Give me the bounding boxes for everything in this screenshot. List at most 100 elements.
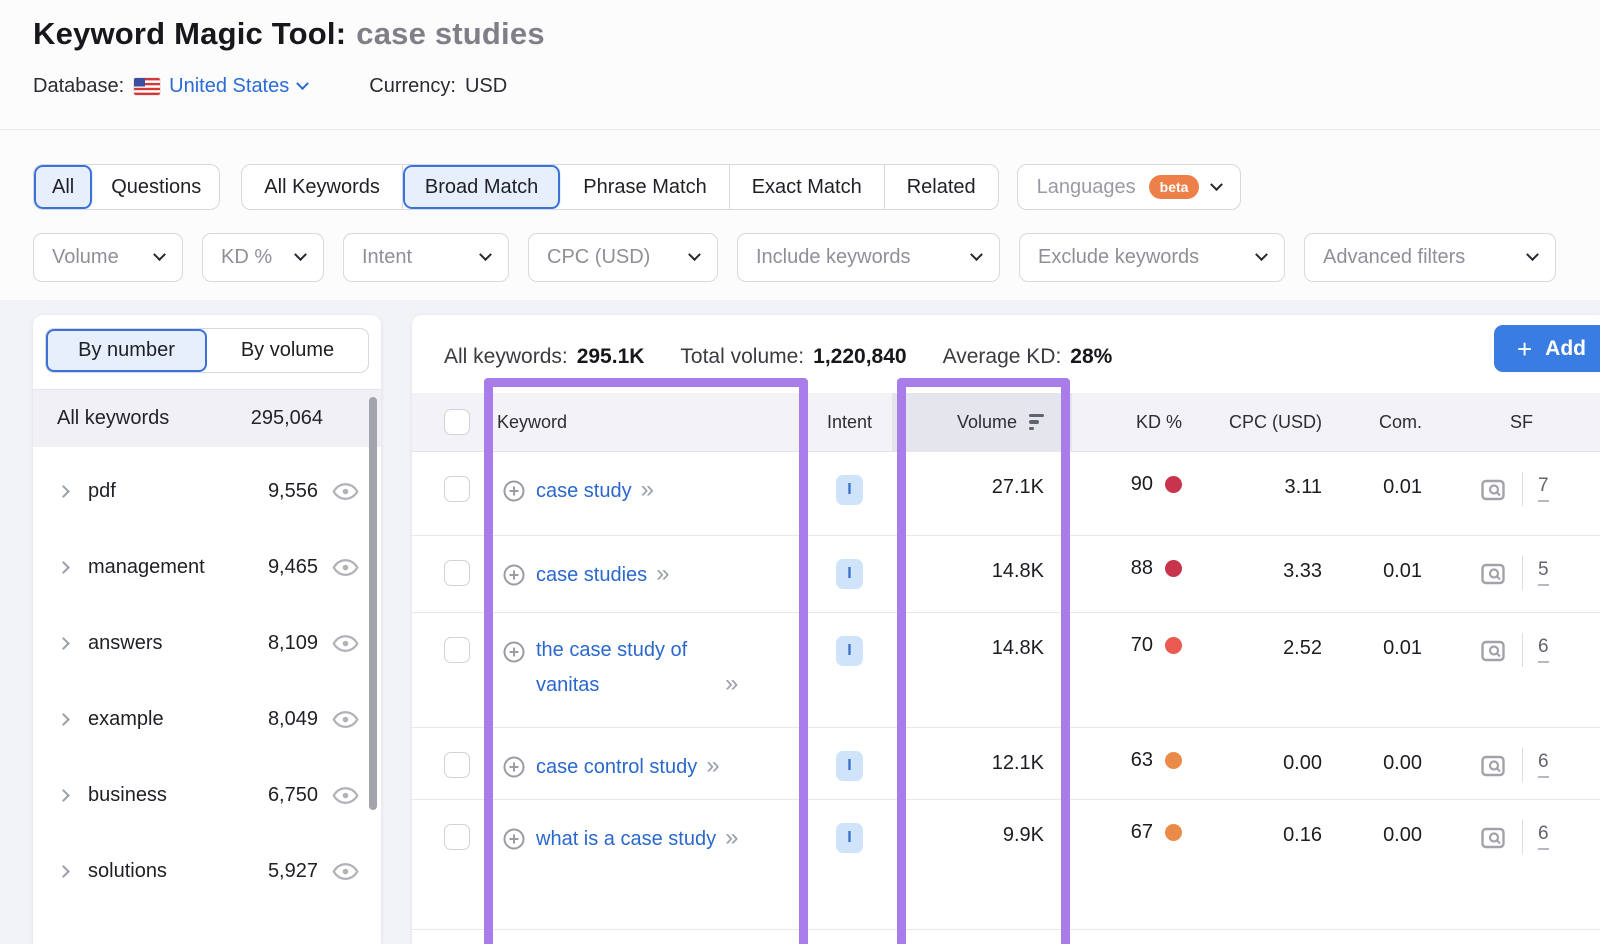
add-button[interactable]: + Add bbox=[1494, 325, 1600, 372]
toggle-by-volume[interactable]: By volume bbox=[207, 329, 368, 372]
group-count: 5,927 bbox=[268, 860, 318, 883]
database-selector[interactable]: United States bbox=[134, 75, 307, 98]
eye-icon[interactable] bbox=[332, 634, 359, 653]
serp-preview-icon[interactable] bbox=[1480, 639, 1507, 664]
tab-all-keywords-label: All Keywords bbox=[264, 176, 380, 199]
keyword-link[interactable]: case studies bbox=[536, 558, 647, 593]
serp-preview-icon[interactable] bbox=[1480, 826, 1507, 851]
volume-value: 27.1K bbox=[992, 476, 1044, 499]
add-keyword-icon[interactable] bbox=[502, 640, 526, 703]
serp-preview-icon[interactable] bbox=[1480, 562, 1507, 587]
stat-average-kd-label: Average KD: bbox=[943, 345, 1062, 369]
cpc-value: 0.16 bbox=[1283, 824, 1322, 847]
tab-exact-match[interactable]: Exact Match bbox=[730, 165, 885, 209]
volume-filter-label: Volume bbox=[52, 246, 119, 269]
chevron-down-icon bbox=[1211, 178, 1224, 191]
cpc-filter-dropdown[interactable]: CPC (USD) bbox=[528, 233, 718, 282]
row-checkbox[interactable] bbox=[444, 824, 470, 850]
add-keyword-icon[interactable] bbox=[502, 479, 526, 509]
table-row: what is a case study» I 9.9K 67 0.16 0.0… bbox=[412, 800, 1600, 930]
eye-icon[interactable] bbox=[332, 482, 359, 501]
row-checkbox[interactable] bbox=[444, 752, 470, 778]
com-cell: 0.00 bbox=[1352, 824, 1452, 847]
filters-row: Volume KD % Intent CPC (USD) Include key… bbox=[33, 233, 1556, 282]
expand-keyword-icon[interactable]: » bbox=[641, 476, 652, 503]
keyword-link[interactable]: case study bbox=[536, 474, 632, 509]
include-keywords-label: Include keywords bbox=[756, 246, 911, 269]
group-row-solutions[interactable]: solutions 5,927 bbox=[33, 833, 381, 909]
eye-icon[interactable] bbox=[332, 710, 359, 729]
keyword-link[interactable]: case control study bbox=[536, 750, 697, 785]
currency-row: Currency: USD bbox=[369, 75, 507, 98]
expand-keyword-icon[interactable]: » bbox=[725, 670, 736, 697]
sf-count-link[interactable]: 6 bbox=[1538, 823, 1549, 850]
tab-all[interactable]: All bbox=[34, 165, 93, 209]
chevron-right-icon[interactable] bbox=[57, 865, 70, 878]
chevron-down-icon bbox=[1526, 248, 1539, 261]
expand-keyword-icon[interactable]: » bbox=[656, 560, 667, 587]
expand-keyword-icon[interactable]: » bbox=[725, 824, 736, 851]
kd-difficulty-dot bbox=[1165, 752, 1182, 769]
add-keyword-icon[interactable] bbox=[502, 563, 526, 593]
serp-preview-icon[interactable] bbox=[1480, 754, 1507, 779]
group-row-management[interactable]: management 9,465 bbox=[33, 529, 381, 605]
currency-label: Currency: bbox=[369, 75, 456, 98]
database-row: Database: United States Currency: USD bbox=[33, 75, 1600, 98]
database-value: United States bbox=[169, 75, 289, 98]
tab-all-keywords[interactable]: All Keywords bbox=[242, 165, 403, 209]
row-checkbox-cell bbox=[412, 752, 497, 778]
chevron-right-icon[interactable] bbox=[57, 637, 70, 650]
sidebar-scrollbar[interactable] bbox=[369, 397, 377, 810]
cpc-cell: 2.52 bbox=[1212, 637, 1352, 660]
kd-value: 88 bbox=[1131, 560, 1153, 577]
kd-value: 90 bbox=[1131, 476, 1153, 493]
add-keyword-icon[interactable] bbox=[502, 827, 526, 857]
eye-icon[interactable] bbox=[332, 786, 359, 805]
group-row-business[interactable]: business 6,750 bbox=[33, 757, 381, 833]
row-checkbox[interactable] bbox=[444, 560, 470, 586]
sf-count-link[interactable]: 6 bbox=[1538, 636, 1549, 663]
volume-cell: 9.9K bbox=[892, 824, 1072, 847]
chevron-right-icon[interactable] bbox=[57, 789, 70, 802]
tab-related[interactable]: Related bbox=[885, 165, 998, 209]
row-checkbox[interactable] bbox=[444, 637, 470, 663]
keyword-link[interactable]: what is a case study bbox=[536, 822, 716, 857]
eye-icon[interactable] bbox=[332, 558, 359, 577]
add-keyword-icon[interactable] bbox=[502, 755, 526, 785]
row-checkbox[interactable] bbox=[444, 476, 470, 502]
select-all-checkbox[interactable] bbox=[444, 409, 470, 435]
chevron-right-icon[interactable] bbox=[57, 485, 70, 498]
include-keywords-dropdown[interactable]: Include keywords bbox=[737, 233, 1000, 282]
all-keywords-row[interactable]: All keywords 295,064 bbox=[33, 389, 381, 447]
keyword-link[interactable]: the case study of vanitas bbox=[536, 633, 716, 703]
com-value: 0.01 bbox=[1383, 476, 1422, 499]
sf-cell: 5 bbox=[1452, 560, 1600, 590]
group-label: pdf bbox=[88, 480, 116, 503]
group-row-pdf[interactable]: pdf 9,556 bbox=[33, 453, 381, 529]
volume-filter-dropdown[interactable]: Volume bbox=[33, 233, 183, 282]
kd-filter-dropdown[interactable]: KD % bbox=[202, 233, 324, 282]
tab-phrase-match[interactable]: Phrase Match bbox=[561, 165, 729, 209]
volume-cell: 14.8K bbox=[892, 637, 1072, 660]
chevron-right-icon[interactable] bbox=[57, 713, 70, 726]
beta-badge: beta bbox=[1149, 175, 1200, 199]
advanced-filters-dropdown[interactable]: Advanced filters bbox=[1304, 233, 1556, 282]
group-row-answers[interactable]: answers 8,109 bbox=[33, 605, 381, 681]
intent-filter-dropdown[interactable]: Intent bbox=[343, 233, 509, 282]
tab-broad-match[interactable]: Broad Match bbox=[403, 165, 561, 209]
tab-questions[interactable]: Questions bbox=[93, 165, 219, 209]
header-volume[interactable]: Volume bbox=[892, 393, 1072, 452]
eye-icon[interactable] bbox=[332, 862, 359, 881]
kd-filter-label: KD % bbox=[221, 246, 272, 269]
chevron-right-icon[interactable] bbox=[57, 561, 70, 574]
tab-phrase-match-label: Phrase Match bbox=[583, 176, 706, 199]
expand-keyword-icon[interactable]: » bbox=[706, 752, 717, 779]
serp-preview-icon[interactable] bbox=[1480, 478, 1507, 503]
languages-dropdown[interactable]: Languages beta bbox=[1017, 164, 1242, 210]
group-row-example[interactable]: example 8,049 bbox=[33, 681, 381, 757]
sf-count-link[interactable]: 5 bbox=[1538, 559, 1549, 586]
exclude-keywords-dropdown[interactable]: Exclude keywords bbox=[1019, 233, 1285, 282]
sf-count-link[interactable]: 7 bbox=[1538, 475, 1549, 502]
toggle-by-number[interactable]: By number bbox=[46, 329, 207, 372]
sf-count-link[interactable]: 6 bbox=[1538, 751, 1549, 778]
